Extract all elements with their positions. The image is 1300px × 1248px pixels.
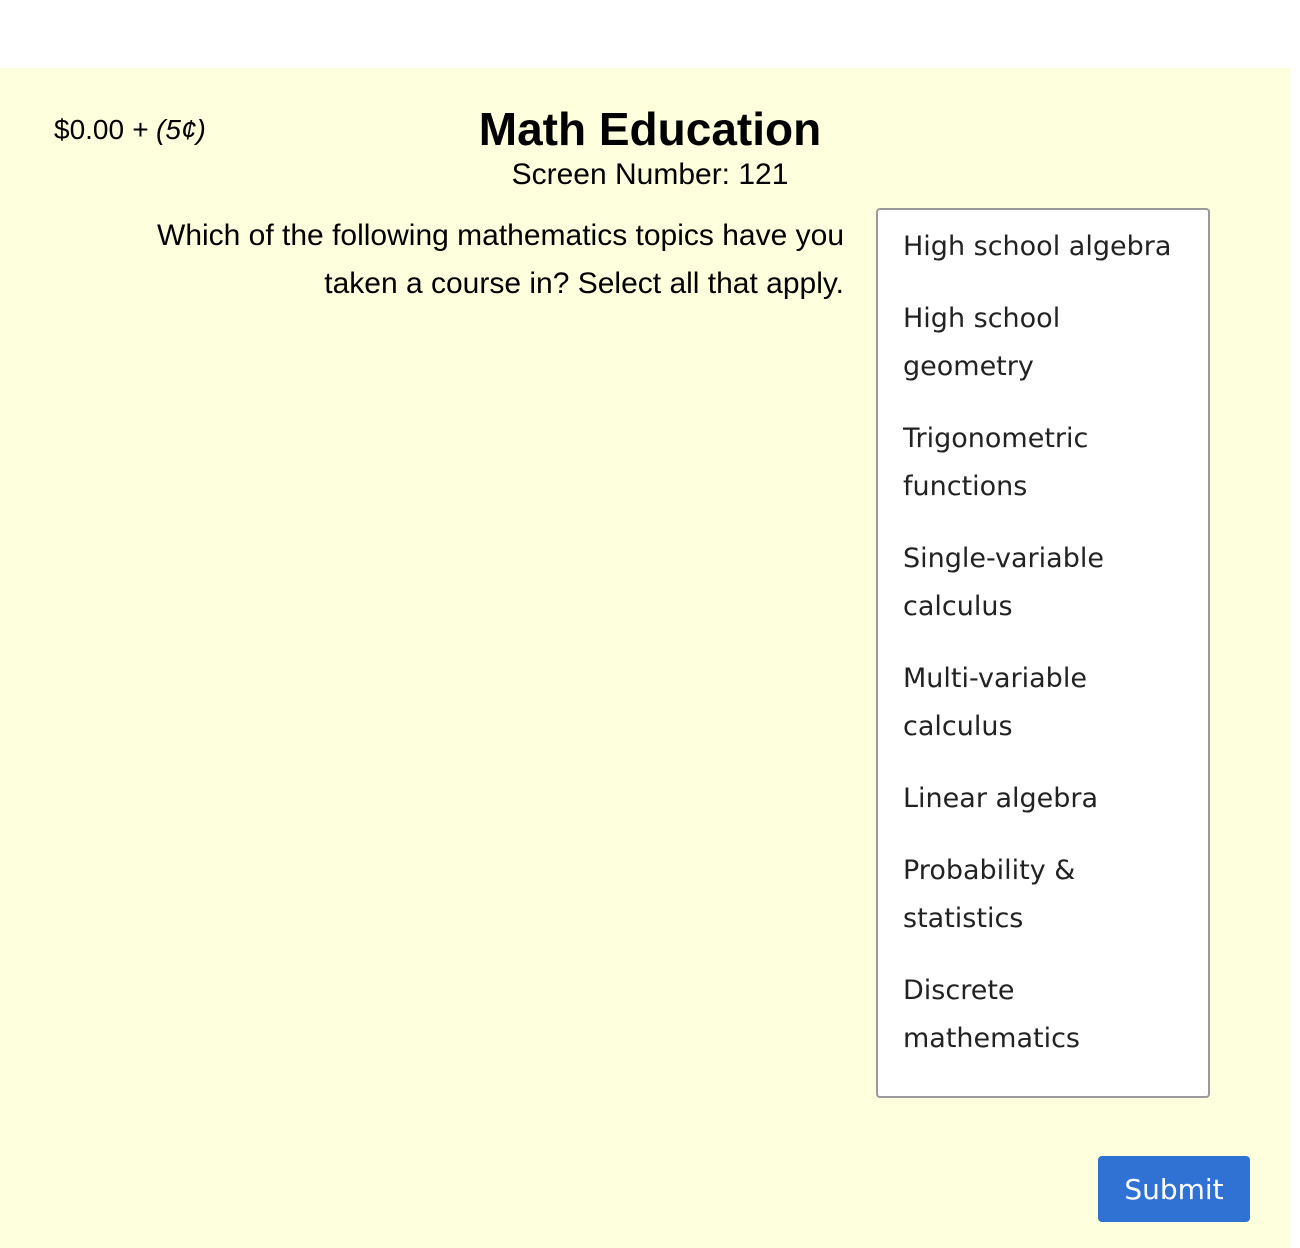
page-title: Math Education: [478, 103, 822, 155]
topics-multiselect-list[interactable]: High school algebra High school geometry…: [876, 208, 1210, 1098]
survey-panel: $0.00 + (5¢) Math Education Screen Numbe…: [0, 68, 1290, 1248]
option-linear-algebra[interactable]: Linear algebra: [878, 775, 1208, 823]
option-high-school-geometry[interactable]: High school geometry: [878, 295, 1208, 391]
option-discrete-mathematics[interactable]: Discrete mathematics: [878, 967, 1208, 1063]
question-text: Which of the following mathematics topic…: [157, 219, 844, 300]
option-trigonometric-functions[interactable]: Trigonometric functions: [878, 415, 1208, 511]
option-multi-variable-calculus[interactable]: Multi-variable calculus: [878, 655, 1208, 751]
option-formal-logic[interactable]: Formal logic: [878, 1087, 1208, 1096]
option-single-variable-calculus[interactable]: Single-variable calculus: [878, 535, 1208, 631]
option-probability-statistics[interactable]: Probability & statistics: [878, 847, 1208, 943]
screen-number: Screen Number: 121: [511, 158, 789, 191]
option-high-school-algebra[interactable]: High school algebra: [878, 223, 1208, 271]
submit-button[interactable]: Submit: [1098, 1156, 1250, 1222]
